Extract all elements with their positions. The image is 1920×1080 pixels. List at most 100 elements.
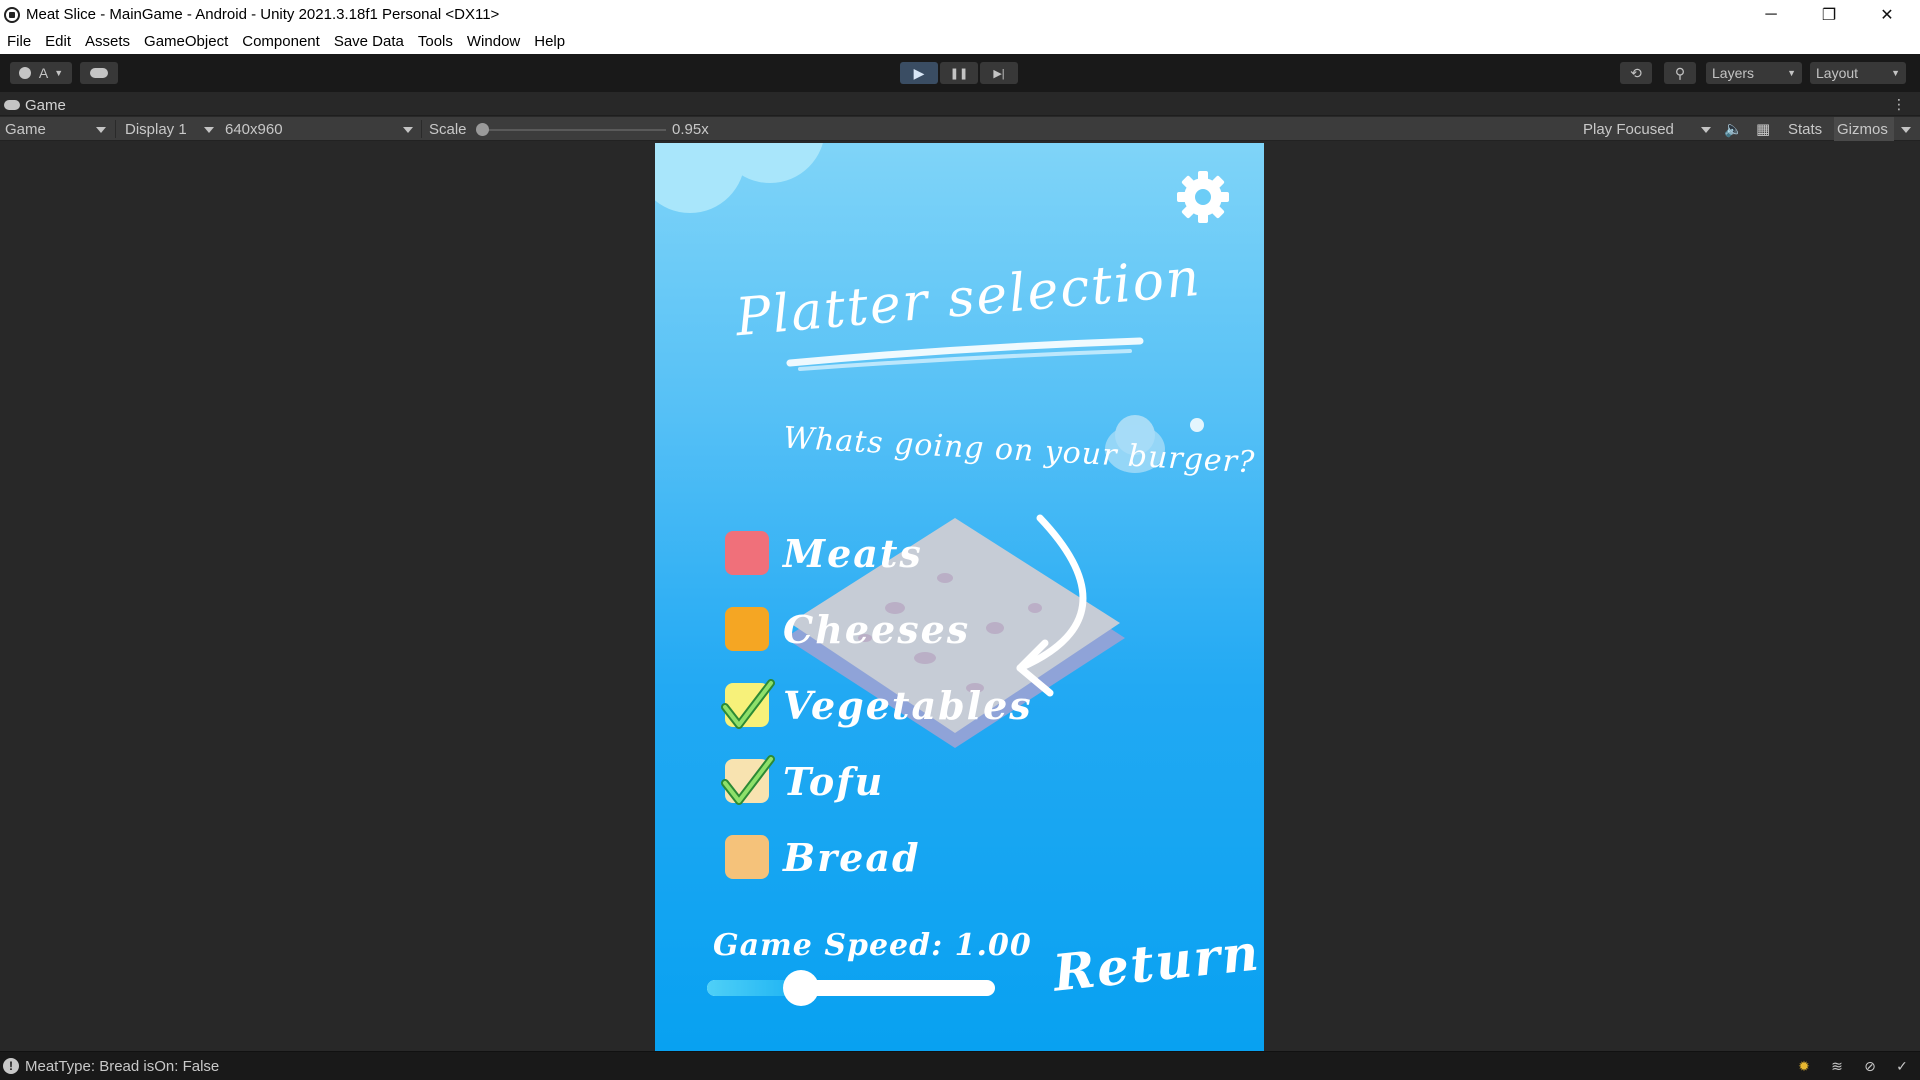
arrow-icon — [1016, 514, 1087, 697]
chevron-down-icon — [204, 127, 214, 133]
meat-icon — [725, 531, 769, 575]
maximize-button[interactable]: ❐ — [1800, 0, 1858, 29]
minimize-button[interactable]: ─ — [1742, 0, 1800, 29]
menu-window[interactable]: Window — [460, 33, 527, 50]
pause-icon: ❚❚ — [949, 67, 969, 80]
account-icon — [18, 67, 31, 79]
scale-label: Scale — [429, 120, 467, 138]
play-icon: ▶ — [913, 64, 925, 81]
play-button[interactable]: ▶ — [900, 62, 938, 84]
check-circle-icon[interactable]: ✓ — [1893, 1058, 1911, 1076]
menu-component[interactable]: Component — [235, 33, 327, 50]
tab-game-label: Game — [25, 96, 66, 114]
chevron-down-icon[interactable] — [1901, 127, 1911, 133]
scale-slider-track[interactable] — [486, 129, 666, 131]
menu-file[interactable]: File — [0, 33, 38, 50]
menu-edit[interactable]: Edit — [38, 33, 78, 50]
bug-icon[interactable]: ✹ — [1795, 1058, 1813, 1076]
menu-assets[interactable]: Assets — [78, 33, 137, 50]
option-vegetables[interactable]: Vegetables — [721, 679, 1033, 729]
account-dropdown[interactable]: A ▼ — [10, 62, 72, 84]
view-mode-dropdown[interactable]: Game — [5, 117, 111, 141]
chevron-down-icon: ▼ — [54, 68, 64, 78]
cloud-button[interactable] — [80, 62, 118, 84]
settings-gear-icon[interactable] — [1175, 169, 1231, 225]
display-dropdown[interactable]: Display 1 — [125, 117, 219, 141]
option-cheeses[interactable]: Cheeses — [725, 605, 970, 653]
layers-dropdown[interactable]: Layers ▼ — [1706, 62, 1802, 84]
close-button[interactable]: ✕ — [1858, 0, 1916, 29]
menu-gameobject[interactable]: GameObject — [137, 33, 235, 50]
history-button[interactable]: ⟲ — [1620, 62, 1652, 84]
view-mode-label: Game — [5, 120, 46, 138]
chevron-down-icon — [1701, 127, 1711, 133]
account-label: A — [38, 65, 49, 81]
status-message[interactable]: MeatType: Bread isOn: False — [25, 1058, 219, 1075]
title-underline — [786, 337, 1144, 371]
vsync-button[interactable]: ▦ — [1756, 117, 1770, 141]
bread-icon — [725, 835, 769, 879]
menu-bar: File Edit Assets GameObject Component Sa… — [0, 29, 1920, 54]
option-label: Meats — [783, 530, 923, 576]
option-label: Cheeses — [783, 606, 971, 652]
resolution-label: 640x960 — [225, 120, 283, 138]
bubble-decoration — [1190, 418, 1204, 432]
stats-button[interactable]: Stats — [1788, 117, 1822, 141]
option-meats[interactable]: Meats — [725, 529, 923, 577]
gizmos-button[interactable]: Gizmos — [1834, 117, 1894, 141]
play-focused-label: Play Focused — [1583, 120, 1674, 138]
scale-slider-thumb[interactable] — [476, 123, 489, 136]
option-label: Tofu — [783, 758, 885, 804]
layout-label: Layout — [1816, 65, 1859, 81]
chevron-down-icon — [403, 127, 413, 133]
return-button[interactable]: Return — [1050, 922, 1263, 1002]
checkmark-icon — [721, 679, 775, 729]
game-view-toolbar: Game Display 1 640x960 Scale 0.95x Play … — [0, 117, 1920, 141]
option-bread[interactable]: Bread — [725, 833, 921, 881]
game-speed-label: Game Speed: 1.00 — [713, 928, 1032, 963]
layers-label: Layers — [1712, 65, 1755, 81]
editor-toolbar: A ▼ ▶ ❚❚ ▶| ⟲ ⚲ Layers ▼ Layout ▼ — [0, 54, 1920, 92]
gamepad-icon — [4, 100, 20, 110]
divider — [421, 120, 422, 138]
chevron-down-icon: ▼ — [1787, 68, 1796, 78]
network-off-icon[interactable]: ⊘ — [1861, 1058, 1879, 1076]
resolution-dropdown[interactable]: 640x960 — [225, 117, 415, 141]
search-icon: ⚲ — [1674, 64, 1686, 81]
step-button[interactable]: ▶| — [980, 62, 1018, 84]
option-label: Bread — [783, 834, 921, 880]
play-focused-dropdown[interactable]: Play Focused — [1583, 117, 1713, 141]
search-button[interactable]: ⚲ — [1664, 62, 1696, 84]
game-viewport[interactable]: Platter selection Whats going on your bu… — [655, 143, 1264, 1051]
checkmark-icon — [721, 755, 775, 805]
chevron-down-icon — [96, 127, 106, 133]
window-title-bar: Meat Slice - MainGame - Android - Unity … — [0, 0, 1920, 29]
grid-icon: ▦ — [1756, 121, 1771, 138]
option-tofu[interactable]: Tofu — [721, 755, 885, 805]
menu-help[interactable]: Help — [527, 33, 572, 50]
game-speed-slider-thumb[interactable] — [783, 970, 819, 1006]
burger-question: Whats going on your burger? — [782, 420, 1256, 481]
scale-value: 0.95x — [672, 120, 709, 138]
more-options-icon[interactable]: ⋮ — [1892, 96, 1906, 113]
status-bar: ! MeatType: Bread isOn: False ✹ ≋ ⊘ ✓ — [0, 1051, 1920, 1080]
tofu-icon — [721, 755, 775, 805]
window-title: Meat Slice - MainGame - Android - Unity … — [26, 6, 500, 23]
layout-dropdown[interactable]: Layout ▼ — [1810, 62, 1906, 84]
tab-game[interactable]: Game — [4, 94, 66, 116]
step-icon: ▶| — [993, 67, 1005, 80]
option-label: Vegetables — [783, 682, 1033, 728]
divider — [115, 120, 116, 138]
info-icon: ! — [3, 1058, 19, 1074]
menu-tools[interactable]: Tools — [411, 33, 460, 50]
speaker-icon: 🔈 — [1724, 121, 1743, 138]
cloud-icon — [90, 68, 108, 78]
cheese-icon — [725, 607, 769, 651]
vegetable-icon — [721, 679, 775, 729]
game-tab-strip: Game ⋮ — [0, 92, 1920, 116]
pause-button[interactable]: ❚❚ — [940, 62, 978, 84]
menu-save-data[interactable]: Save Data — [327, 33, 411, 50]
mute-audio-button[interactable]: 🔈 — [1724, 117, 1743, 141]
display-label: Display 1 — [125, 120, 187, 138]
layers-stack-icon[interactable]: ≋ — [1828, 1058, 1846, 1076]
